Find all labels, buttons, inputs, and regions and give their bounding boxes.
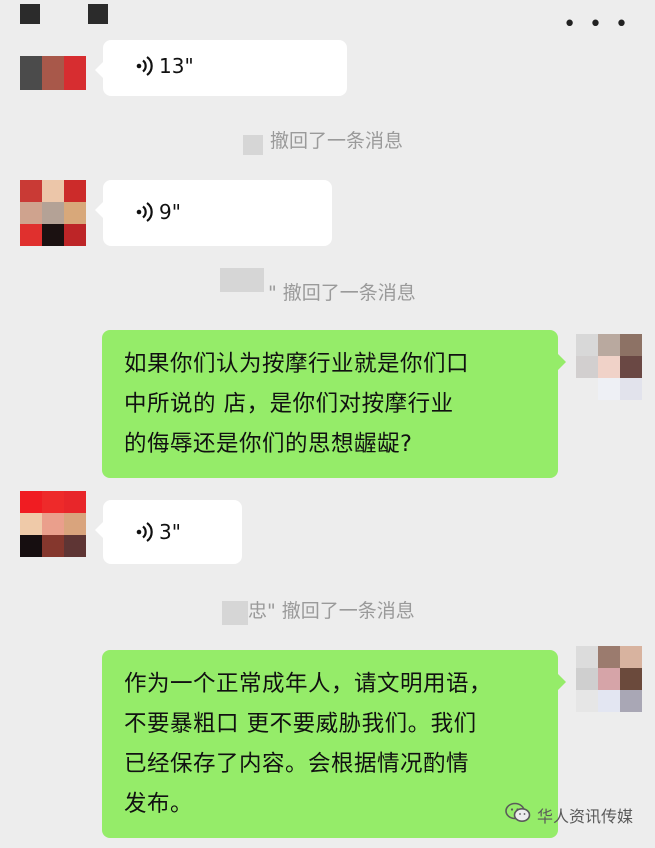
- message-text: 作为一个正常成年人，请文明用语， 不要暴粗口 更不要威胁我们。我们 已经保存了内…: [124, 671, 493, 817]
- pixelated-recall-name: [220, 268, 264, 292]
- wechat-logo-icon: [505, 802, 531, 828]
- voice-wave-icon: [135, 521, 155, 543]
- recall-notice: " 撤回了一条消息: [268, 282, 416, 304]
- voice-message-content: 9": [135, 200, 181, 224]
- avatar-contact-1[interactable]: [20, 56, 86, 90]
- voice-wave-icon: [135, 201, 155, 223]
- watermark-text: 华人资讯传媒: [536, 807, 633, 826]
- avatar-self[interactable]: [576, 334, 642, 400]
- voice-message-bubble[interactable]: 13": [95, 40, 347, 96]
- voice-duration: 13": [159, 54, 194, 78]
- avatar-contact-3[interactable]: [20, 491, 86, 557]
- outgoing-text-bubble[interactable]: 作为一个正常成年人，请文明用语， 不要暴粗口 更不要威胁我们。我们 已经保存了内…: [102, 650, 566, 838]
- voice-message-content: 13": [135, 54, 194, 78]
- voice-duration: 9": [159, 200, 181, 224]
- pixelated-header-block-1: [20, 4, 40, 24]
- outgoing-text-bubble[interactable]: 如果你们认为按摩行业就是你们口 中所说的 店，是你们对按摩行业 的侮辱还是你们的…: [102, 330, 566, 478]
- avatar-contact-2[interactable]: [20, 180, 86, 246]
- voice-message-content: 3": [135, 520, 181, 544]
- voice-duration: 3": [159, 520, 181, 544]
- watermark: 华人资讯传媒: [505, 802, 633, 828]
- more-dots-icon[interactable]: • • •: [563, 12, 631, 37]
- pixelated-recall-name: [222, 601, 248, 625]
- pixelated-recall-name: [243, 135, 263, 155]
- avatar-self[interactable]: [576, 646, 642, 712]
- voice-message-bubble[interactable]: 3": [95, 500, 242, 564]
- recall-notice: 撤回了一条消息: [270, 130, 404, 152]
- recall-notice: 忠" 撤回了一条消息: [248, 600, 415, 622]
- pixelated-header-block-2: [88, 4, 108, 24]
- voice-wave-icon: [135, 55, 155, 77]
- voice-message-bubble[interactable]: 9": [95, 180, 332, 246]
- message-text: 如果你们认为按摩行业就是你们口 中所说的 店，是你们对按摩行业 的侮辱还是你们的…: [124, 351, 470, 457]
